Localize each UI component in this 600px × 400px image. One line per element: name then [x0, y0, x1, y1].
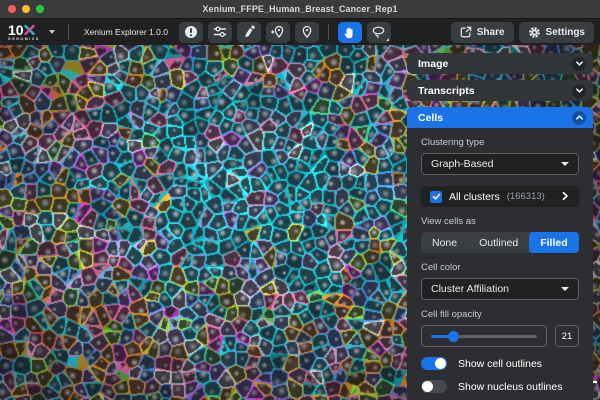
- view-option-none[interactable]: None: [421, 232, 468, 253]
- settings-button[interactable]: Settings: [519, 22, 594, 43]
- titlebar: Xenium_FFPE_Human_Breast_Cancer_Rep1: [0, 0, 600, 19]
- clustering-type-label: Clustering type: [421, 137, 579, 148]
- hand-icon: [343, 26, 356, 39]
- select-caret-icon: [561, 162, 569, 166]
- fill-opacity-label: Cell fill opacity: [421, 309, 579, 320]
- brush-tool-button[interactable]: [237, 22, 261, 43]
- logo-10-text: 10: [8, 23, 24, 37]
- toolbar-divider: [328, 24, 329, 40]
- share-label: Share: [477, 27, 505, 38]
- cell-color-label: Cell color: [421, 262, 579, 273]
- section-cells-card: Cells Clustering type Graph-Based All cl…: [407, 107, 593, 400]
- close-window-button[interactable]: [8, 5, 16, 13]
- fill-opacity-row: 21: [421, 325, 579, 347]
- cell-color-select[interactable]: Cluster Affiliation: [421, 278, 579, 300]
- show-nucleus-outlines-label: Show nucleus outlines: [458, 381, 562, 393]
- logo-genomics-text: GENOMICS: [8, 38, 40, 42]
- toolbar: 10 GENOMICS Xenium Explorer 1.0.0: [0, 19, 600, 45]
- select-caret-icon: [561, 287, 569, 291]
- view-cells-segmented-control: None Outlined Filled: [421, 232, 579, 253]
- cell-outlines-row: Show cell outlines: [421, 357, 579, 370]
- chevron-down-icon[interactable]: [572, 84, 586, 98]
- info-button[interactable]: [179, 22, 203, 43]
- view-option-outlined[interactable]: Outlined: [468, 232, 529, 253]
- gear-icon: [528, 26, 541, 39]
- logo-x-icon: [24, 24, 35, 35]
- control-panel: Image Transcripts Cells Clustering type: [407, 53, 593, 400]
- pin-icon: [300, 25, 314, 39]
- show-nucleus-outlines-toggle[interactable]: [421, 380, 447, 393]
- adjustments-icon: [213, 25, 227, 39]
- zoom-window-button[interactable]: [36, 5, 44, 13]
- view-option-filled[interactable]: Filled: [529, 232, 578, 253]
- chevron-up-icon[interactable]: [572, 111, 586, 125]
- cell-color-value: Cluster Affiliation: [431, 283, 509, 295]
- show-cell-outlines-label: Show cell outlines: [458, 358, 542, 370]
- share-button[interactable]: Share: [451, 22, 514, 43]
- settings-label: Settings: [546, 27, 585, 38]
- all-clusters-row[interactable]: All clusters (166313): [421, 186, 579, 207]
- section-transcripts-label: Transcripts: [418, 85, 475, 97]
- section-image[interactable]: Image: [407, 53, 593, 74]
- share-icon: [460, 26, 472, 38]
- lasso-tool-button[interactable]: [367, 22, 391, 43]
- toolbar-divider: [68, 24, 69, 40]
- clustering-type-value: Graph-Based: [431, 158, 493, 170]
- nucleus-outlines-row: Show nucleus outlines: [421, 380, 579, 393]
- landmark-button[interactable]: [295, 22, 319, 43]
- show-cell-outlines-toggle[interactable]: [421, 357, 447, 370]
- cells-panel-body: Clustering type Graph-Based All clusters…: [407, 128, 593, 400]
- chevron-right-icon[interactable]: [560, 188, 570, 206]
- section-transcripts[interactable]: Transcripts: [407, 80, 593, 101]
- slider-thumb[interactable]: [448, 331, 459, 342]
- tenx-logo[interactable]: 10 GENOMICS: [8, 23, 40, 42]
- view-cells-as-label: View cells as: [421, 216, 579, 227]
- all-clusters-count: (166313): [507, 191, 545, 202]
- section-image-label: Image: [418, 58, 448, 70]
- section-cells[interactable]: Cells: [407, 107, 593, 128]
- all-clusters-checkbox[interactable]: [430, 191, 442, 203]
- add-landmark-button[interactable]: [266, 22, 290, 43]
- section-cells-label: Cells: [418, 112, 443, 124]
- check-icon: [432, 192, 441, 201]
- add-pin-icon: [270, 25, 285, 39]
- window-title: Xenium_FFPE_Human_Breast_Cancer_Rep1: [0, 4, 600, 14]
- clustering-type-select[interactable]: Graph-Based: [421, 153, 579, 175]
- minimize-window-button[interactable]: [22, 5, 30, 13]
- brush-icon: [242, 25, 256, 39]
- logo-menu-caret-icon[interactable]: [49, 30, 55, 34]
- app-version: Xenium Explorer 1.0.0: [84, 27, 168, 37]
- app-window: Xenium_FFPE_Human_Breast_Cancer_Rep1 10 …: [0, 0, 600, 400]
- all-clusters-label: All clusters: [449, 191, 500, 203]
- info-icon: [184, 25, 198, 39]
- slider-track[interactable]: [431, 335, 537, 338]
- fill-opacity-slider[interactable]: [421, 325, 547, 347]
- chevron-down-icon[interactable]: [572, 57, 586, 71]
- hand-tool-button[interactable]: [338, 22, 362, 43]
- display-settings-button[interactable]: [208, 22, 232, 43]
- lasso-menu-indicator: [386, 38, 389, 41]
- lasso-icon: [371, 25, 386, 39]
- fill-opacity-value[interactable]: 21: [555, 325, 579, 347]
